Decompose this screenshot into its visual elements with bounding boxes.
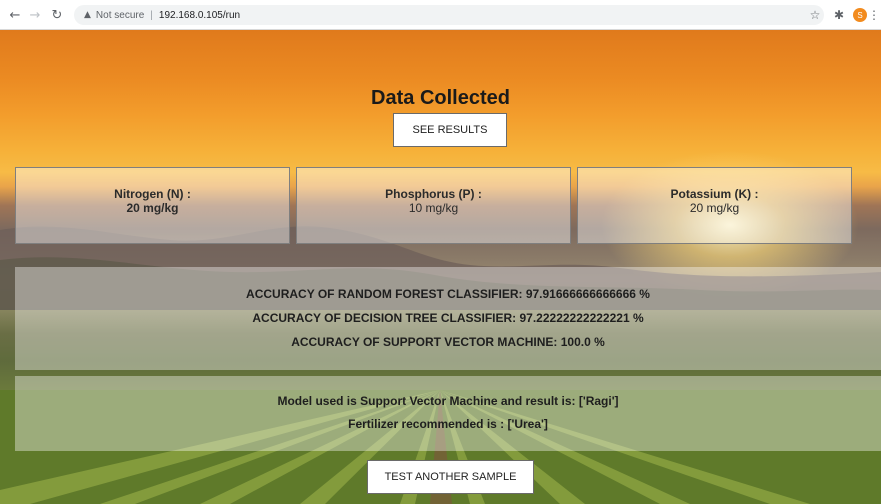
phosphorus-label: Phosphorus (P) : xyxy=(385,187,482,201)
phosphorus-card: Phosphorus (P) : 10 mg/kg xyxy=(296,167,571,244)
avatar: S xyxy=(853,8,867,22)
accuracy-panel: ACCURACY OF RANDOM FOREST CLASSIFIER: 97… xyxy=(15,267,881,370)
address-bar[interactable]: ▲ Not secure | 192.168.0.105/run xyxy=(74,5,824,25)
model-result: Model used is Support Vector Machine and… xyxy=(277,394,619,408)
page-title: Data Collected xyxy=(371,87,510,109)
url-text[interactable]: 192.168.0.105/run xyxy=(159,10,240,21)
test-another-sample-button[interactable]: TEST ANOTHER SAMPLE xyxy=(367,460,534,494)
extensions-puzzle-icon[interactable]: ✱ xyxy=(830,6,848,24)
forward-arrow-icon[interactable]: → xyxy=(26,6,44,24)
see-results-button[interactable]: SEE RESULTS xyxy=(393,113,507,147)
random-forest-accuracy: ACCURACY OF RANDOM FOREST CLASSIFIER: 97… xyxy=(246,287,650,301)
svm-accuracy: ACCURACY OF SUPPORT VECTOR MACHINE: 100.… xyxy=(291,335,605,349)
page-background: Data Collected SEE RESULTS Nitrogen (N) … xyxy=(0,30,881,504)
menu-dots-icon[interactable]: ⋮ xyxy=(868,6,880,24)
decision-tree-accuracy: ACCURACY OF DECISION TREE CLASSIFIER: 97… xyxy=(252,311,644,325)
security-label[interactable]: Not secure xyxy=(96,10,144,21)
result-panel: Model used is Support Vector Machine and… xyxy=(15,376,881,451)
fertilizer-recommendation: Fertilizer recommended is : ['Urea'] xyxy=(348,417,548,431)
nitrogen-label: Nitrogen (N) : xyxy=(114,187,191,201)
nitrogen-card: Nitrogen (N) : 20 mg/kg xyxy=(15,167,290,244)
profile-avatar[interactable]: S xyxy=(851,6,869,24)
potassium-label: Potassium (K) : xyxy=(670,187,759,201)
browser-toolbar: ← → ↻ ▲ Not secure | 192.168.0.105/run ☆… xyxy=(0,0,881,30)
address-separator: | xyxy=(150,9,153,21)
potassium-card: Potassium (K) : 20 mg/kg xyxy=(577,167,852,244)
back-arrow-icon[interactable]: ← xyxy=(6,6,24,24)
potassium-value: 20 mg/kg xyxy=(689,201,740,215)
warning-icon[interactable]: ▲ xyxy=(84,10,91,20)
phosphorus-value: 10 mg/kg xyxy=(408,201,459,215)
bookmark-star-icon[interactable]: ☆ xyxy=(806,6,824,24)
nitrogen-value: 20 mg/kg xyxy=(126,201,179,215)
reload-icon[interactable]: ↻ xyxy=(48,6,66,24)
